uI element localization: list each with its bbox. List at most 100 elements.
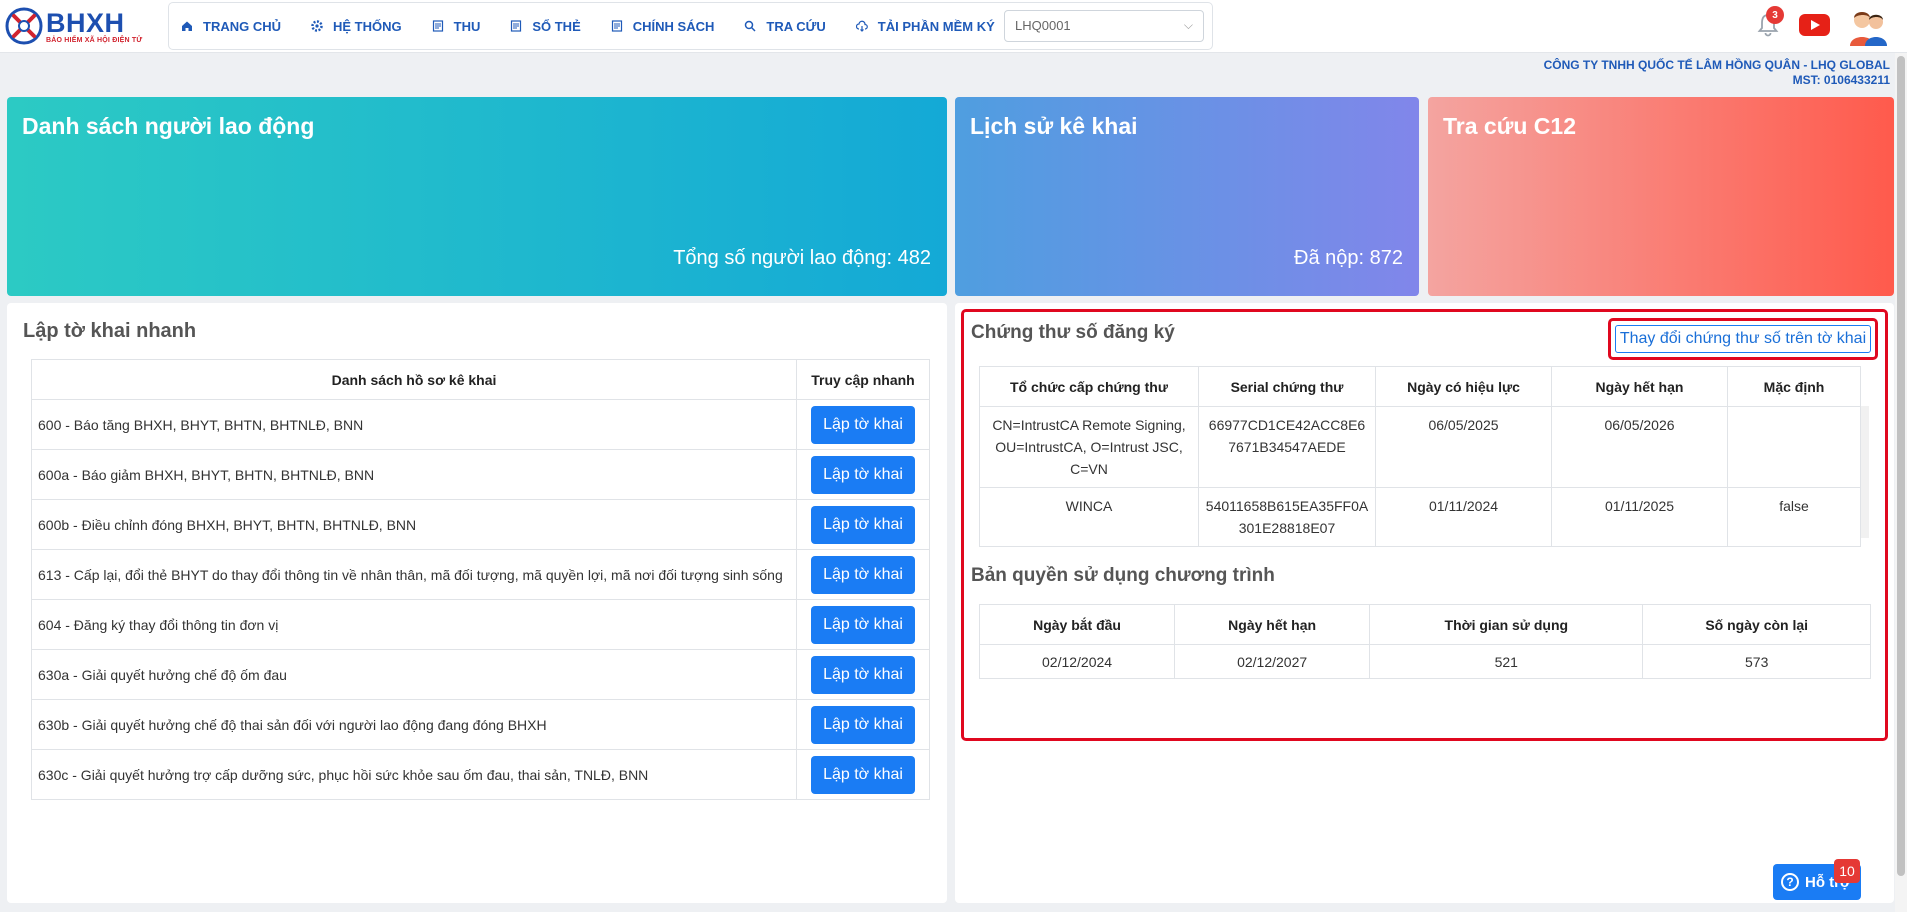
- used-days-cell: 521: [1369, 644, 1644, 679]
- column-header: Serial chứng thư: [1198, 366, 1376, 407]
- user-avatar[interactable]: [1846, 6, 1890, 46]
- help-count-badge: 10: [1834, 859, 1860, 883]
- bhxh-logo-icon: [4, 6, 44, 46]
- table-row: 604 - Đăng ký thay đổi thông tin đơn vị …: [31, 599, 930, 650]
- serial-cell: 66977CD1CE42ACC8E67671B34547AEDE: [1198, 406, 1376, 488]
- nav-label: TRA CỨU: [766, 18, 826, 34]
- table-row: 600 - Báo tăng BHXH, BHYT, BHTN, BHTNLĐ,…: [31, 399, 930, 450]
- employee-count: Tổng số người lao động: 482: [673, 247, 931, 269]
- nav-label: TRANG CHỦ: [203, 18, 281, 34]
- page-scrollbar-thumb[interactable]: [1897, 56, 1905, 876]
- table-row: 630b - Giải quyết hưởng chế độ thai sản …: [31, 699, 930, 750]
- submitted-count: Đã nộp: 872: [1294, 247, 1403, 269]
- nav-trang-chu[interactable]: TRANG CHỦ: [181, 19, 281, 34]
- question-icon: ?: [1781, 873, 1799, 891]
- table-row: 600b - Điều chỉnh đóng BHXH, BHYT, BHTN,…: [31, 499, 930, 550]
- nav-label: HỆ THỐNG: [333, 18, 402, 34]
- tax-code: MST: 0106433211: [1792, 73, 1890, 87]
- nav-label: CHÍNH SÁCH: [632, 18, 715, 34]
- quick-declare-panel: Lập tờ khai nhanh Danh sách hồ sơ kê kha…: [7, 303, 947, 903]
- chevron-down-icon: ⌵: [1183, 18, 1193, 32]
- remaining-days-cell: 573: [1642, 644, 1871, 679]
- download-cloud-icon: [855, 20, 868, 32]
- youtube-icon[interactable]: [1799, 14, 1830, 36]
- declaration-table: Danh sách hồ sơ kê khai Truy cập nhanh 6…: [31, 359, 930, 800]
- declaration-name: 630b - Giải quyết hưởng chế độ thai sản …: [31, 699, 797, 750]
- table-row: 600a - Báo giảm BHXH, BHYT, BHTN, BHTNLĐ…: [31, 449, 930, 500]
- c12-lookup-card[interactable]: Tra cứu C12: [1428, 97, 1894, 296]
- search-icon: [744, 20, 756, 32]
- valid-from-cell: 06/05/2025: [1375, 406, 1552, 488]
- certificates-title: Chứng thư số đăng ký: [971, 322, 1175, 343]
- issuer-cell: WINCA: [979, 487, 1199, 547]
- nav-chinh-sach[interactable]: CHÍNH SÁCH: [611, 18, 715, 34]
- create-declaration-button[interactable]: Lập tờ khai: [811, 605, 915, 644]
- nav-so-the[interactable]: SỔ THẺ: [510, 19, 581, 34]
- start-date-cell: 02/12/2024: [978, 644, 1176, 679]
- valid-from-cell: 01/11/2024: [1375, 487, 1552, 547]
- create-declaration-button[interactable]: Lập tờ khai: [811, 655, 915, 694]
- create-declaration-button[interactable]: Lập tờ khai: [811, 755, 915, 794]
- quick-declare-title: Lập tờ khai nhanh: [23, 320, 197, 342]
- declaration-name: 600b - Điều chỉnh đóng BHXH, BHYT, BHTN,…: [31, 499, 797, 550]
- create-declaration-button[interactable]: Lập tờ khai: [811, 705, 915, 744]
- nav-tra-cuu[interactable]: TRA CỨU: [744, 18, 826, 34]
- table-row: 630a - Giải quyết hưởng chế độ ốm đau Lậ…: [31, 649, 930, 700]
- nav-tai-phan-mem-ky[interactable]: TẢI PHẦN MỀM KÝ: [855, 18, 995, 34]
- column-header: Số ngày còn lại: [1642, 604, 1871, 645]
- notification-count-badge: 3: [1766, 6, 1784, 24]
- column-header: Danh sách hồ sơ kê khai: [31, 359, 797, 400]
- change-certificate-button-highlight: Thay đổi chứng thư số trên tờ khai: [1608, 318, 1878, 360]
- create-declaration-button[interactable]: Lập tờ khai: [811, 405, 915, 444]
- nav-thu[interactable]: THU: [432, 19, 480, 34]
- logo-title: BHXH: [46, 7, 125, 38]
- certificate-table: Tổ chức cấp chứng thư Serial chứng thư N…: [979, 366, 1861, 547]
- company-code-select[interactable]: LHQ0001 ⌵: [1004, 10, 1204, 42]
- create-declaration-button[interactable]: Lập tờ khai: [811, 555, 915, 594]
- logo-subtitle: BẢO HIỂM XÃ HỘI ĐIỆN TỬ: [46, 36, 143, 44]
- card-icon: [510, 20, 522, 32]
- change-certificate-button[interactable]: Thay đổi chứng thư số trên tờ khai: [1615, 325, 1871, 353]
- declaration-name: 630c - Giải quyết hưởng trợ cấp dưỡng sứ…: [31, 749, 797, 800]
- company-info: CÔNG TY TNHH QUỐC TẾ LÂM HỒNG QUÂN - LHQ…: [1544, 58, 1890, 88]
- end-date-cell: 02/12/2027: [1174, 644, 1371, 679]
- column-header: Ngày hết hạn: [1551, 366, 1728, 407]
- card-title: Lịch sử kê khai: [970, 113, 1138, 139]
- nav-label: TẢI PHẦN MỀM KÝ: [877, 18, 995, 34]
- table-row[interactable]: CN=IntrustCA Remote Signing, OU=IntrustC…: [979, 406, 1861, 488]
- declaration-name: 600a - Báo giảm BHXH, BHYT, BHTN, BHTNLĐ…: [31, 449, 797, 500]
- card-title: Danh sách người lao động: [22, 113, 315, 139]
- gear-icon: [311, 20, 323, 32]
- create-declaration-button[interactable]: Lập tờ khai: [811, 455, 915, 494]
- employee-list-card[interactable]: Danh sách người lao động Tổng số người l…: [7, 97, 947, 296]
- license-title: Bản quyền sử dụng chương trình: [971, 565, 1275, 586]
- column-header: Ngày bắt đầu: [978, 604, 1176, 645]
- declaration-name: 613 - Cấp lại, đổi thẻ BHYT do thay đổi …: [31, 549, 797, 600]
- company-name: CÔNG TY TNHH QUỐC TẾ LÂM HỒNG QUÂN - LHQ…: [1543, 58, 1890, 72]
- create-declaration-button[interactable]: Lập tờ khai: [811, 505, 915, 544]
- expires-cell: 01/11/2025: [1551, 487, 1728, 547]
- nav-he-thong[interactable]: HỆ THỐNG: [311, 19, 402, 34]
- top-bar: BHXH BẢO HIỂM XÃ HỘI ĐIỆN TỬ TRANG CHỦ H…: [0, 0, 1907, 53]
- declaration-name: 600 - Báo tăng BHXH, BHYT, BHTN, BHTNLĐ,…: [31, 399, 797, 450]
- license-table: Ngày bắt đầu Ngày hết hạn Thời gian sử d…: [978, 604, 1871, 679]
- home-icon: [181, 20, 193, 32]
- column-header: Tổ chức cấp chứng thư: [979, 366, 1199, 407]
- issuer-cell: CN=IntrustCA Remote Signing, OU=IntrustC…: [979, 406, 1199, 488]
- declaration-history-card[interactable]: Lịch sử kê khai Đã nộp: 872: [955, 97, 1419, 296]
- card-title: Tra cứu C12: [1443, 113, 1576, 139]
- expires-cell: 06/05/2026: [1551, 406, 1728, 488]
- table-row: 630c - Giải quyết hưởng trợ cấp dưỡng sứ…: [31, 749, 930, 800]
- default-cell: false: [1727, 487, 1861, 547]
- serial-cell: 54011658B615EA35FF0A301E28818E07: [1198, 487, 1376, 547]
- company-code-value: LHQ0001: [1015, 18, 1071, 33]
- column-header: Thời gian sử dụng: [1369, 604, 1644, 645]
- table-scrollbar[interactable]: [1861, 406, 1869, 538]
- logo[interactable]: BHXH BẢO HIỂM XÃ HỘI ĐIỆN TỬ: [4, 4, 154, 48]
- column-header: Ngày có hiệu lực: [1375, 366, 1552, 407]
- table-row: 02/12/2024 02/12/2027 521 573: [978, 644, 1871, 679]
- column-header: Ngày hết hạn: [1174, 604, 1371, 645]
- table-row: 613 - Cấp lại, đổi thẻ BHYT do thay đổi …: [31, 549, 930, 600]
- default-cell: [1727, 406, 1861, 488]
- table-row[interactable]: WINCA 54011658B615EA35FF0A301E28818E07 0…: [979, 487, 1861, 547]
